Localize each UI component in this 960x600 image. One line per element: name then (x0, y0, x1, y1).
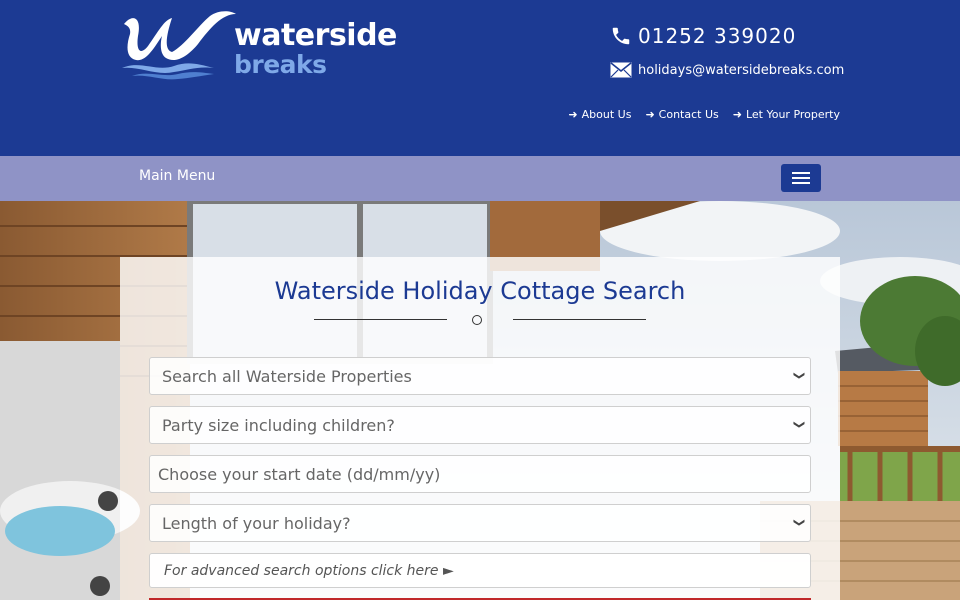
property-select-value: Search all Waterside Properties (162, 366, 412, 386)
arrow-right-icon: ➜ (732, 108, 742, 121)
advanced-search-link[interactable]: For advanced search options click here ► (149, 553, 811, 588)
party-size-select-value: Party size including children? (162, 415, 395, 435)
chevron-down-icon: ❯ (793, 518, 806, 528)
party-size-select[interactable]: Party size including children? ❯ (149, 406, 811, 444)
link-about-us[interactable]: ➜ About Us (568, 108, 631, 121)
main-menu-label[interactable]: Main Menu (139, 168, 215, 184)
holiday-length-select-value: Length of your holiday? (162, 513, 351, 533)
logo-mark (122, 11, 236, 80)
link-label: About Us (581, 108, 632, 121)
link-let-your-property[interactable]: ➜ Let Your Property (733, 108, 840, 121)
link-label: Contact Us (658, 108, 719, 121)
search-panel: Waterside Holiday Cottage Search Search … (120, 257, 840, 600)
logo-word-breaks: breaks (234, 50, 327, 79)
link-contact-us[interactable]: ➜ Contact Us (645, 108, 718, 121)
phone-number: 01252 339020 (638, 24, 797, 48)
chevron-down-icon: ❯ (793, 420, 806, 430)
link-label: Let Your Property (745, 108, 840, 121)
email-address: holidays@watersidebreaks.com (638, 62, 845, 78)
envelope-icon (610, 62, 632, 78)
start-date-placeholder: Choose your start date (dd/mm/yy) (158, 464, 441, 484)
property-select[interactable]: Search all Waterside Properties ❯ (149, 357, 811, 395)
hamburger-icon[interactable] (781, 164, 821, 192)
phone-contact[interactable]: 01252 339020 (610, 24, 796, 48)
holiday-length-select[interactable]: Length of your holiday? ❯ (149, 504, 811, 542)
chevron-down-icon: ❯ (793, 371, 806, 381)
site-header: waterside breaks 01252 339020 holidays@w… (0, 0, 960, 156)
top-links: ➜ About Us ➜ Contact Us ➜ Let Your Prope… (568, 108, 840, 121)
divider-circle-icon (472, 315, 482, 325)
start-date-input[interactable]: Choose your start date (dd/mm/yy) (149, 455, 811, 493)
title-divider-right (513, 319, 646, 320)
advanced-search-label: For advanced search options click here ► (164, 562, 454, 579)
arrow-right-icon: ➜ (645, 108, 655, 121)
logo-word-waterside: waterside (234, 18, 397, 53)
phone-icon (612, 27, 630, 45)
search-title: Waterside Holiday Cottage Search (274, 277, 686, 305)
site-logo[interactable]: waterside breaks (118, 6, 397, 82)
title-divider-left (314, 319, 447, 320)
email-contact[interactable]: holidays@watersidebreaks.com (610, 62, 844, 78)
arrow-right-icon: ➜ (568, 108, 578, 121)
